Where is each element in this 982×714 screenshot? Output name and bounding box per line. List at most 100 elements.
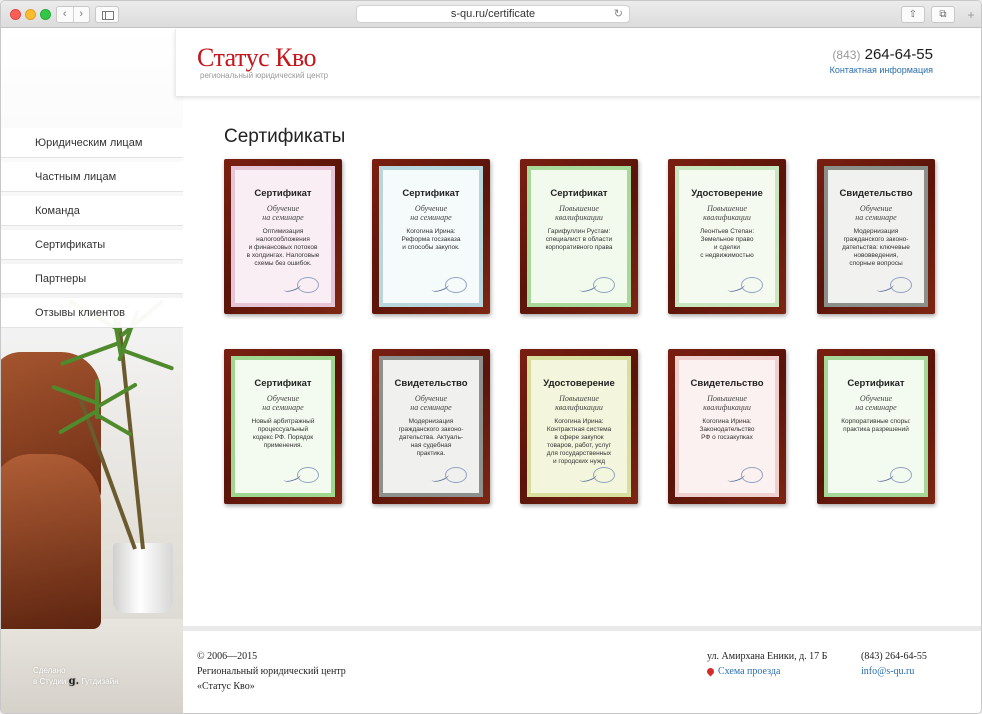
certificate-title: Сертификат	[254, 188, 312, 199]
certificate-subtitle: Обучение на семинаре	[855, 394, 897, 412]
stamp-icon	[297, 467, 319, 483]
certificate-paper: Сертификат Обучение на семинаре Корпоратив…	[824, 356, 928, 497]
certificate-paper: Сертификат Обучение на семинаре Когогина И…	[379, 166, 483, 307]
certificate-paper: Сертификат Обучение на семинаре Оптимизаци…	[231, 166, 335, 307]
studio-logo-icon: g.	[68, 676, 80, 687]
credit-line-2b: Гутдизайн	[81, 677, 119, 686]
certificate-description: Когогина Ирина: Реформа госзаказа и спос…	[401, 228, 461, 251]
reload-icon[interactable]: ↻	[614, 6, 623, 22]
url-text: s-qu.ru/certificate	[450, 8, 536, 20]
certificate-title: Свидетельство	[839, 188, 913, 199]
copyright-text: © 2006—2015	[197, 651, 258, 662]
certificate-description: Оптимизация налогообложения и финансовых…	[246, 228, 320, 267]
certificate-subtitle: Повышение квалификации	[555, 394, 603, 412]
site-logo-subtitle: региональный юридический центр	[200, 71, 329, 80]
back-button[interactable]: ‹	[57, 7, 74, 22]
sidebar-toggle-icon[interactable]	[95, 6, 119, 23]
certificate-card[interactable]: Сертификат Обучение на семинаре Оптимизаци…	[224, 159, 342, 314]
certificate-description: Модернизация гражданского законо- датель…	[842, 228, 910, 267]
stamp-icon	[593, 467, 615, 483]
footer-address-block: ул. Амирхана Еники, д. 17 Б Схема проезд…	[705, 649, 828, 679]
certificate-paper: Удостоверение Повышение квалификации Леонт…	[675, 166, 779, 307]
stamp-icon	[741, 277, 763, 293]
certificate-description: Модернизация гражданского законо- датель…	[398, 418, 464, 457]
zoom-window-button[interactable]	[40, 9, 51, 20]
address-bar[interactable]: s-qu.ru/certificate ↻	[356, 5, 630, 23]
map-pin-icon	[705, 666, 716, 677]
certificate-card[interactable]: Сертификат Обучение на семинаре Корпоратив…	[817, 349, 935, 504]
sofa-arm-image	[1, 454, 101, 629]
forward-button[interactable]: ›	[74, 7, 90, 22]
browser-toolbar: ‹ › s-qu.ru/certificate ↻ ⇧ ⧉ +	[1, 1, 981, 28]
history-nav: ‹ ›	[56, 6, 90, 23]
nav-item-team[interactable]: Команда	[1, 196, 183, 226]
header-phone: (843) 264-64-55	[832, 46, 933, 63]
certificate-title: Сертификат	[402, 188, 460, 199]
certificate-card[interactable]: Сертификат Повышение квалификации Гарифулл…	[520, 159, 638, 314]
certificate-subtitle: Обучение на семинаре	[855, 204, 897, 222]
stamp-icon	[890, 467, 912, 483]
certificate-card[interactable]: Удостоверение Повышение квалификации Леонт…	[668, 159, 786, 314]
map-link[interactable]: Схема проезда	[718, 666, 780, 677]
certificate-title: Удостоверение	[543, 378, 615, 389]
nav-item-individuals[interactable]: Частным лицам	[1, 162, 183, 192]
credit-line-1: Сделано	[33, 666, 66, 675]
footer-email-link[interactable]: info@s-qu.ru	[861, 664, 927, 679]
site-header: Статус Кво региональный юридический цент…	[175, 29, 981, 96]
certificate-description: Корпоративные споры: практика разрешений	[841, 418, 911, 433]
stamp-icon	[297, 277, 319, 293]
certificate-title: Свидетельство	[690, 378, 764, 389]
certificate-description: Гарифуллин Рустам: специалист в области …	[545, 228, 613, 251]
new-tab-icon[interactable]: +	[963, 8, 979, 24]
minimize-window-button[interactable]	[25, 9, 36, 20]
main-navigation: Юридическим лицам Частным лицам Команда …	[1, 128, 183, 332]
phone-code: (843)	[832, 48, 861, 62]
certificate-title: Сертификат	[550, 188, 608, 199]
org-name-line2: «Статус Кво»	[197, 681, 255, 692]
certificate-subtitle: Обучение на семинаре	[410, 394, 452, 412]
page-title: Сертификаты	[224, 126, 346, 147]
certificate-card[interactable]: Свидетельство Обучение на семинаре Модерни…	[817, 159, 935, 314]
address-text: ул. Амирхана Еники, д. 17 Б	[707, 651, 828, 662]
certificate-card[interactable]: Сертификат Обучение на семинаре Когогина И…	[372, 159, 490, 314]
share-icon[interactable]: ⇧	[901, 6, 925, 23]
certificate-card[interactable]: Свидетельство Повышение квалификации Когог…	[668, 349, 786, 504]
stamp-icon	[741, 467, 763, 483]
nav-item-legal-entities[interactable]: Юридическим лицам	[1, 128, 183, 158]
certificate-subtitle: Повышение квалификации	[555, 204, 603, 222]
org-name-line1: Региональный юридический центр	[197, 666, 346, 677]
certificate-title: Сертификат	[847, 378, 905, 389]
certificate-subtitle: Обучение на семинаре	[262, 204, 304, 222]
certificate-paper: Свидетельство Повышение квалификации Когог…	[675, 356, 779, 497]
certificate-description: Новый арбитражный процессуальный кодекс …	[251, 418, 315, 449]
certificate-card[interactable]: Удостоверение Повышение квалификации Когог…	[520, 349, 638, 504]
stamp-icon	[445, 467, 467, 483]
browser-window: ‹ › s-qu.ru/certificate ↻ ⇧ ⧉ + Юридичес…	[0, 0, 982, 714]
nav-item-certificates[interactable]: Сертификаты	[1, 230, 183, 260]
nav-item-partners[interactable]: Партнеры	[1, 264, 183, 294]
footer-contact-block: (843) 264-64-55 info@s-qu.ru	[861, 649, 927, 679]
stamp-icon	[890, 277, 912, 293]
certificate-description: Когогина Ирина: Законодательство РФ о го…	[699, 418, 755, 441]
certificate-paper: Свидетельство Обучение на семинаре Модерни…	[379, 356, 483, 497]
nav-item-reviews[interactable]: Отзывы клиентов	[1, 298, 183, 328]
certificate-card[interactable]: Сертификат Обучение на семинаре Новый арби…	[224, 349, 342, 504]
certificate-card[interactable]: Свидетельство Обучение на семинаре Модерни…	[372, 349, 490, 504]
phone-number: 264-64-55	[864, 46, 933, 63]
close-window-button[interactable]	[10, 9, 21, 20]
certificate-description: Леонтьев Степан: Земельное право и сделк…	[699, 228, 755, 259]
stamp-icon	[445, 277, 467, 293]
certificate-paper: Сертификат Обучение на семинаре Новый арби…	[231, 356, 335, 497]
credit-line-2a: в Студии	[33, 677, 67, 686]
certificate-subtitle: Повышение квалификации	[703, 204, 751, 222]
certificate-title: Сертификат	[254, 378, 312, 389]
site-logo[interactable]: Статус Кво	[197, 43, 317, 73]
certificate-paper: Удостоверение Повышение квалификации Когог…	[527, 356, 631, 497]
tabs-overview-icon[interactable]: ⧉	[931, 6, 955, 23]
contact-info-link[interactable]: Контактная информация	[830, 65, 933, 75]
certificate-title: Свидетельство	[394, 378, 468, 389]
certificate-subtitle: Обучение на семинаре	[262, 394, 304, 412]
footer-phone: (843) 264-64-55	[861, 651, 927, 662]
studio-credit[interactable]: Сделано в Студии g. Гутдизайн	[33, 665, 119, 687]
certificate-paper: Сертификат Повышение квалификации Гарифулл…	[527, 166, 631, 307]
